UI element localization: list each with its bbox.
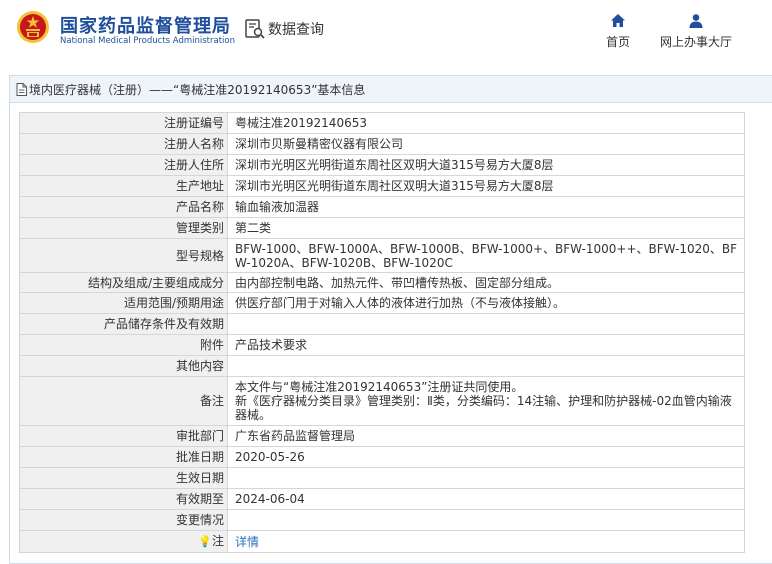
field-value: 本文件与“粤械注准20192140653”注册证共同使用。 新《医疗器械分类目录… (227, 376, 745, 426)
note-value-cell: 详情 (227, 530, 745, 553)
field-label: 审批部门 (19, 425, 228, 447)
field-value: 由内部控制电路、加热元件、带凹槽传热板、固定部分组成。 (227, 272, 745, 293)
table-row: 其他内容 (19, 355, 745, 377)
field-label: 注册证编号 (19, 112, 228, 134)
document-search-icon (245, 19, 265, 39)
field-label: 批准日期 (19, 446, 228, 468)
field-label: 生产地址 (19, 175, 228, 197)
field-label: 型号规格 (19, 238, 228, 273)
table-row: 适用范围/预期用途 供医疗部门用于对输入人体的液体进行加热（不与液体接触）。 (19, 292, 745, 314)
field-value: BFW-1000、BFW-1000A、BFW-1000B、BFW-1000+、B… (227, 238, 745, 273)
field-value: 第二类 (227, 217, 745, 239)
field-label: 有效期至 (19, 488, 228, 510)
field-value: 2020-05-26 (227, 446, 745, 468)
field-label: 注册人名称 (19, 133, 228, 155)
panel-title-bar: 境内医疗器械（注册）——“粤械注准20192140653”基本信息 (10, 76, 772, 103)
table-row: 附件 产品技术要求 (19, 334, 745, 356)
nav-online-office-label: 网上办事大厅 (660, 35, 733, 49)
site-header: 国家药品监督管理局 National Medical Products Admi… (0, 0, 772, 62)
table-row: 型号规格 BFW-1000、BFW-1000A、BFW-1000B、BFW-100… (19, 238, 745, 273)
field-value: 广东省药品监督管理局 (227, 425, 745, 447)
table-row: 产品储存条件及有效期 (19, 313, 745, 335)
field-value: 深圳市贝斯曼精密仪器有限公司 (227, 133, 745, 155)
data-query-link[interactable]: 数据查询 (244, 18, 324, 40)
table-row: 注册证编号 粤械注准20192140653 (19, 112, 745, 134)
field-label: 管理类别 (19, 217, 228, 239)
table-row: 批准日期 2020-05-26 (19, 446, 745, 468)
nav-home-label: 首页 (606, 35, 631, 49)
table-row: 注册人住所 深圳市光明区光明街道东周社区双明大道315号易方大厦8层 (19, 154, 745, 176)
field-label: 产品名称 (19, 196, 228, 218)
table-row-note: 💡注 详情 (19, 530, 745, 553)
field-label: 备注 (19, 376, 228, 426)
field-label: 注册人住所 (19, 154, 228, 176)
data-query-label: 数据查询 (268, 22, 324, 38)
table-row: 生产地址 深圳市光明区光明街道东周社区双明大道315号易方大厦8层 (19, 175, 745, 197)
note-label-cell: 💡注 (19, 530, 228, 553)
lightbulb-icon: 💡 (198, 535, 212, 548)
user-icon (689, 14, 703, 28)
field-value (227, 467, 745, 489)
table-row: 变更情况 (19, 509, 745, 531)
field-value: 输血输液加温器 (227, 196, 745, 218)
field-value: 粤械注准20192140653 (227, 112, 745, 134)
table-row: 有效期至 2024-06-04 (19, 488, 745, 510)
field-value (227, 355, 745, 377)
field-value: 深圳市光明区光明街道东周社区双明大道315号易方大厦8层 (227, 154, 745, 176)
field-label: 适用范围/预期用途 (19, 292, 228, 314)
document-icon (16, 82, 27, 96)
field-value: 产品技术要求 (227, 334, 745, 356)
agency-name-en: National Medical Products Administration (60, 36, 235, 46)
field-label: 生效日期 (19, 467, 228, 489)
table-row: 管理类别 第二类 (19, 217, 745, 239)
note-label: 注 (211, 534, 224, 548)
field-label: 其他内容 (19, 355, 228, 377)
field-value: 供医疗部门用于对输入人体的液体进行加热（不与液体接触）。 (227, 292, 745, 314)
field-value: 2024-06-04 (227, 488, 745, 510)
info-table: 注册证编号 粤械注准20192140653 注册人名称 深圳市贝斯曼精密仪器有限公司注… (19, 112, 745, 553)
nav-home[interactable]: 首页 (606, 13, 630, 50)
field-label: 结构及组成/主要组成成分 (19, 272, 228, 293)
table-row: 注册人名称 深圳市贝斯曼精密仪器有限公司 (19, 133, 745, 155)
agency-name-cn: 国家药品监督管理局 (60, 16, 231, 37)
field-label: 变更情况 (19, 509, 228, 531)
table-row: 备注 本文件与“粤械注准20192140653”注册证共同使用。 新《医疗器械分类… (19, 376, 745, 426)
national-emblem-icon (17, 11, 49, 43)
panel-title: 境内医疗器械（注册）——“粤械注准20192140653”基本信息 (29, 82, 366, 97)
table-row: 生效日期 (19, 467, 745, 489)
field-value: 深圳市光明区光明街道东周社区双明大道315号易方大厦8层 (227, 175, 745, 197)
home-icon (611, 14, 625, 27)
nav-online-office[interactable]: 网上办事大厅 (660, 13, 732, 50)
field-value (227, 313, 745, 335)
table-row: 产品名称 输血输液加温器 (19, 196, 745, 218)
table-row: 审批部门 广东省药品监督管理局 (19, 425, 745, 447)
table-row: 结构及组成/主要组成成分 由内部控制电路、加热元件、带凹槽传热板、固定部分组成。 (19, 272, 745, 293)
field-label: 产品储存条件及有效期 (19, 313, 228, 335)
registration-info-panel: 境内医疗器械（注册）——“粤械注准20192140653”基本信息 注册证编号粤… (9, 75, 772, 564)
field-label: 附件 (19, 334, 228, 356)
details-link[interactable]: 详情 (235, 535, 259, 549)
field-value (227, 509, 745, 531)
